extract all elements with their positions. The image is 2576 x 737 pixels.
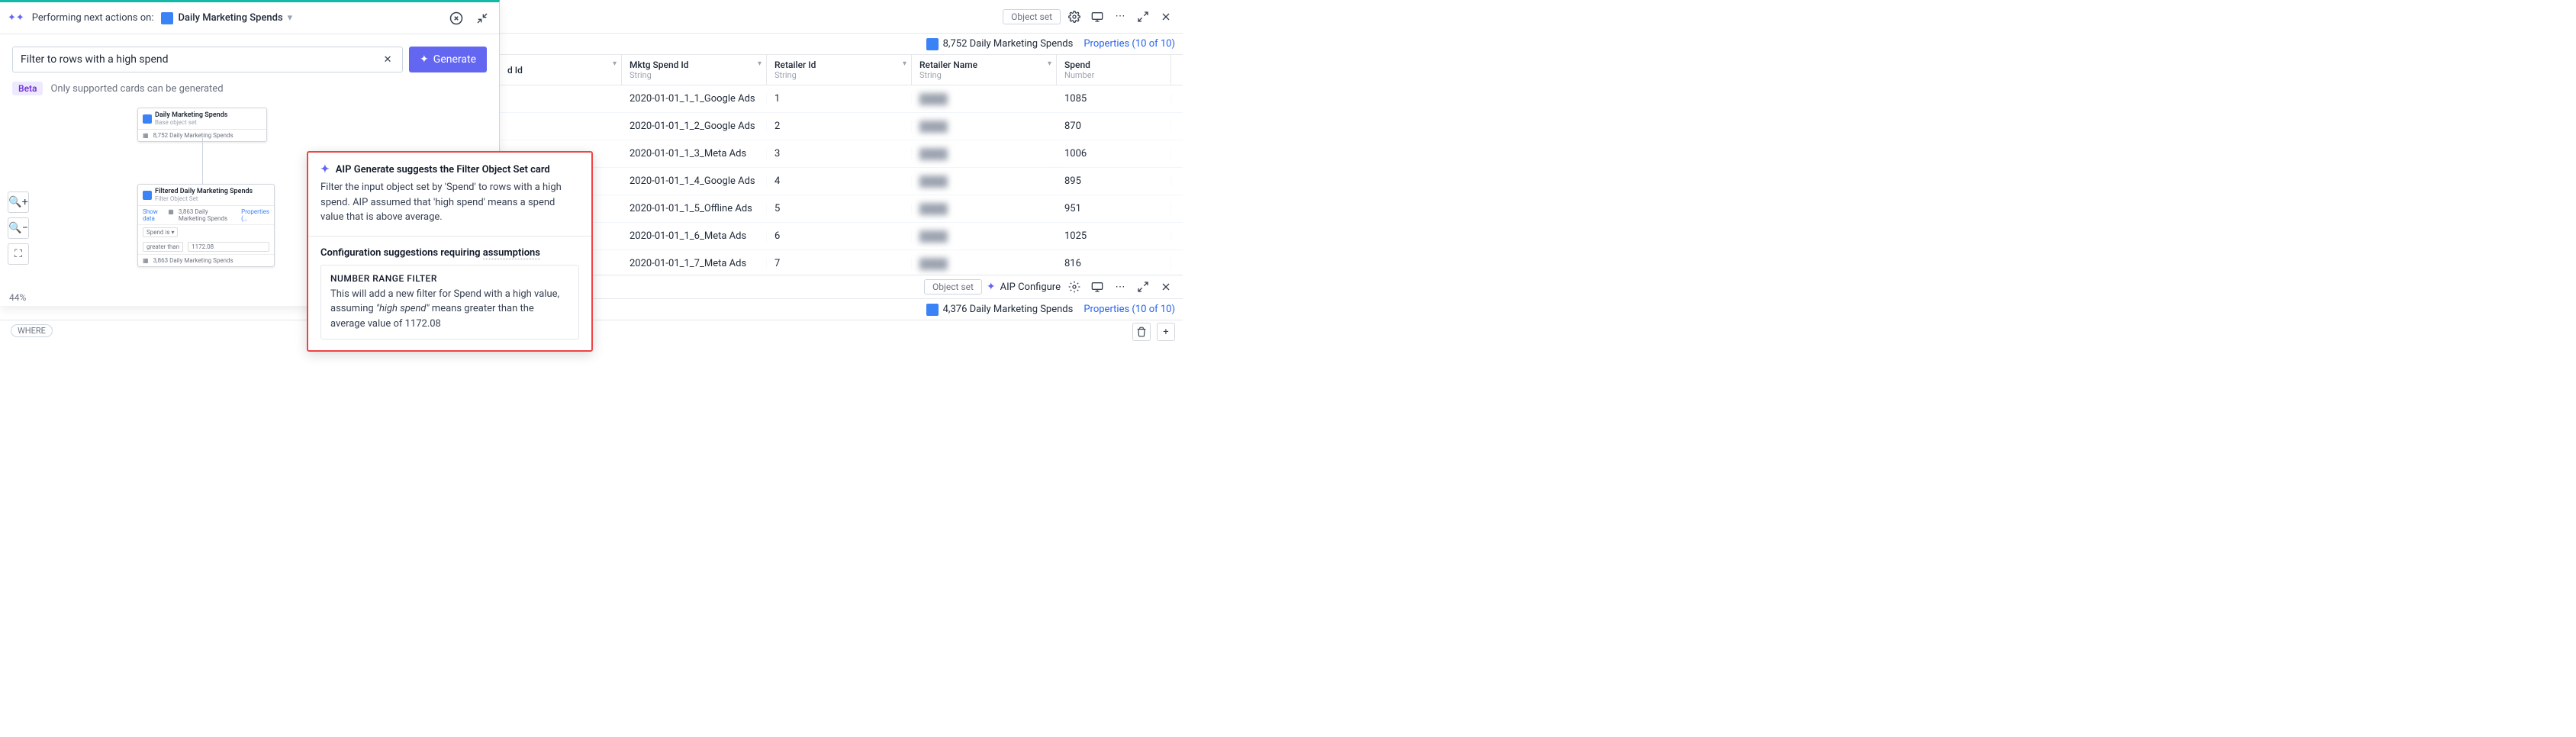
col-spend[interactable]: SpendNumber	[1057, 55, 1171, 85]
cell-spend: 870	[1057, 121, 1171, 132]
cell-retailer-name: ████	[912, 203, 1057, 215]
sort-icon[interactable]: ▾	[1048, 60, 1051, 68]
close-icon[interactable]	[1157, 278, 1175, 296]
prompt-input-wrap[interactable]: ✕	[12, 47, 403, 72]
aip-configure-button[interactable]: ✦AIP Configure	[987, 281, 1061, 293]
object-icon	[926, 304, 939, 316]
cell-retailer-id: 6	[767, 230, 912, 242]
sort-icon[interactable]: ▾	[903, 60, 906, 68]
prompt-input[interactable]	[21, 53, 381, 66]
zoom-percentage: 44%	[9, 292, 26, 303]
cell-retailer-id: 7	[767, 258, 912, 269]
cancel-icon[interactable]	[447, 9, 465, 27]
beta-badge: Beta	[12, 82, 43, 95]
sort-icon[interactable]: ▾	[613, 60, 617, 68]
expand-icon[interactable]	[1134, 278, 1152, 296]
mini-card-source[interactable]: Daily Marketing SpendsBase object set ▦8…	[137, 108, 267, 142]
cell-mktg: 2020-01-01_1_7_Meta Ads	[622, 258, 767, 269]
cell-mktg: 2020-01-01_1_1_Google Ads	[622, 93, 767, 105]
cell-mktg: 2020-01-01_1_6_Meta Ads	[622, 230, 767, 242]
cell-retailer-name: ████	[912, 121, 1057, 133]
collapse-icon[interactable]	[473, 9, 491, 27]
object-icon	[143, 191, 152, 200]
callout-description: Filter the input object set by 'Spend' t…	[320, 180, 579, 225]
cell-mktg: 2020-01-01_1_3_Meta Ads	[622, 148, 767, 159]
more-icon[interactable]: ⋯	[1111, 278, 1129, 296]
object-set-chip-lower[interactable]: Object set	[924, 279, 982, 294]
hint-text: Only supported cards can be generated	[50, 83, 223, 95]
more-icon[interactable]: ⋯	[1111, 8, 1129, 26]
properties-link[interactable]: Properties (10 of 10)	[1084, 38, 1175, 50]
plus-icon[interactable]: +	[1157, 323, 1175, 341]
col-retailer-id[interactable]: Retailer IdString▾	[767, 55, 912, 85]
gear-icon[interactable]	[1065, 278, 1084, 296]
object-count-lower: 4,376 Daily Marketing Spends	[926, 304, 1074, 316]
cell-mktg: 2020-01-01_1_4_Google Ads	[622, 175, 767, 187]
col-retailer-name[interactable]: Retailer NameString▾	[912, 55, 1057, 85]
cell-retailer-name: ████	[912, 175, 1057, 188]
cell-retailer-name: ████	[912, 93, 1057, 105]
trash-icon[interactable]	[1132, 323, 1151, 341]
aip-callout: ✦ AIP Generate suggests the Filter Object…	[307, 151, 593, 352]
sort-icon[interactable]: ▾	[758, 60, 762, 68]
cell-retailer-name: ████	[912, 230, 1057, 243]
cell-retailer-id: 4	[767, 175, 912, 187]
cell-spend: 816	[1057, 258, 1171, 269]
close-icon[interactable]	[1157, 8, 1175, 26]
cell-retailer-name: ████	[912, 258, 1057, 270]
cell-retailer-id: 1	[767, 93, 912, 105]
object-icon	[161, 12, 173, 24]
col-id[interactable]: d Id▾	[500, 55, 622, 85]
object-icon	[143, 114, 152, 124]
assumption-body: This will add a new filter for Spend wit…	[330, 287, 569, 332]
generate-button[interactable]: ✦Generate	[409, 47, 487, 72]
cell-retailer-id: 3	[767, 148, 912, 159]
mini-card-filtered[interactable]: Filtered Daily Marketing SpendsFilter Ob…	[137, 184, 275, 267]
gear-icon[interactable]	[1065, 8, 1084, 26]
cell-mktg: 2020-01-01_1_2_Google Ads	[622, 121, 767, 132]
object-icon	[926, 38, 939, 50]
zoom-fit-button[interactable]: ⛶	[8, 243, 29, 265]
sparkle-icon: ✦	[987, 281, 996, 293]
chevron-down-icon: ▾	[288, 12, 293, 24]
monitor-icon[interactable]	[1088, 278, 1106, 296]
col-mktg[interactable]: Mktg Spend IdString▾	[622, 55, 767, 85]
connector-line	[202, 138, 203, 184]
assumption-card[interactable]: NUMBER RANGE FILTER This will add a new …	[320, 265, 579, 340]
object-set-chip[interactable]: Object set	[1003, 9, 1061, 24]
monitor-icon[interactable]	[1088, 8, 1106, 26]
cell-spend: 951	[1057, 203, 1171, 214]
zoom-out-button[interactable]: 🔍−	[8, 217, 29, 239]
zoom-in-button[interactable]: 🔍+	[8, 191, 29, 213]
cell-retailer-id: 5	[767, 203, 912, 214]
sparkle-icon: ✦	[320, 163, 330, 175]
panel-object[interactable]: Daily Marketing Spends▾	[161, 12, 292, 24]
properties-link-lower[interactable]: Properties (10 of 10)	[1084, 304, 1175, 315]
cell-spend: 1085	[1057, 93, 1171, 105]
cell-retailer-id: 2	[767, 121, 912, 132]
cell-spend: 1006	[1057, 148, 1171, 159]
clear-icon[interactable]: ✕	[381, 53, 394, 66]
cell-mktg: 2020-01-01_1_5_Offline Ads	[622, 203, 767, 214]
assumption-title: NUMBER RANGE FILTER	[330, 273, 569, 284]
cell-spend: 895	[1057, 175, 1171, 187]
expand-icon[interactable]	[1134, 8, 1152, 26]
sparkle-icon: ✦	[420, 53, 429, 66]
cell-retailer-name: ████	[912, 148, 1057, 160]
where-chip[interactable]: WHERE	[11, 324, 53, 337]
object-count: 8,752 Daily Marketing Spends	[926, 38, 1074, 50]
cell-spend: 1025	[1057, 230, 1171, 242]
panel-title: Performing next actions on:	[32, 12, 154, 24]
aip-logo-icon: ✦✦	[8, 12, 24, 24]
config-title: Configuration suggestions requiring assu…	[320, 247, 540, 259]
callout-title: AIP Generate suggests the Filter Object …	[336, 164, 550, 175]
